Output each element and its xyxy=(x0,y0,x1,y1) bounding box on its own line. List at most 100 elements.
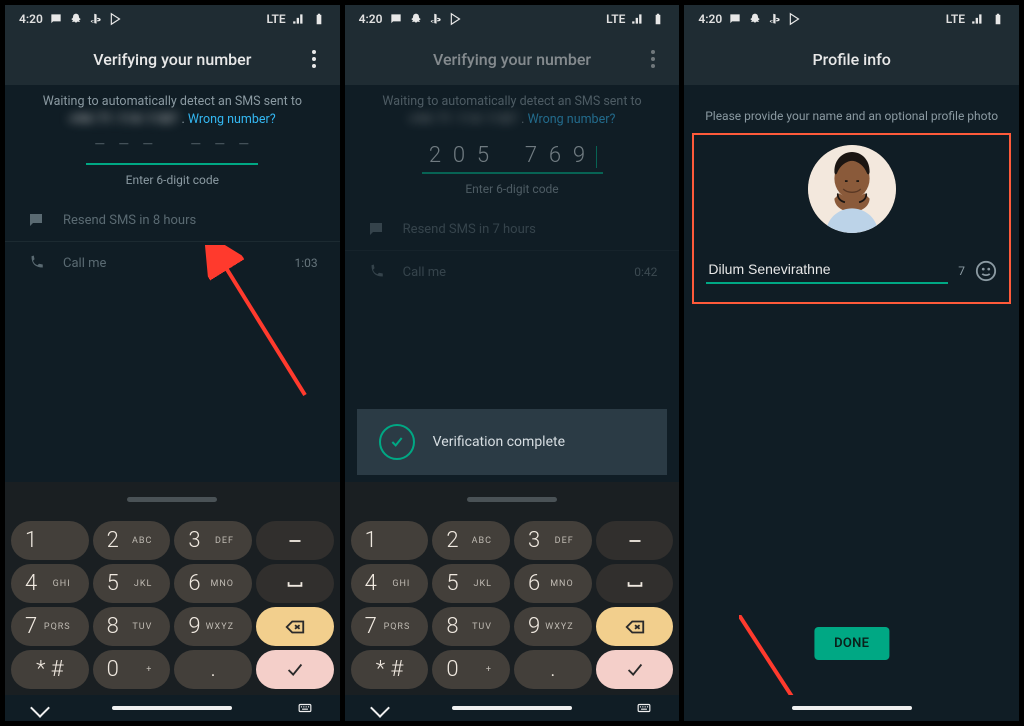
key-9[interactable]: 9WXYZ xyxy=(174,607,252,646)
resend-sms-row[interactable]: Resend SMS in 8 hours xyxy=(5,199,340,242)
playstore-icon xyxy=(109,12,123,26)
clock: 4:20 xyxy=(19,12,43,26)
network-label: LTE xyxy=(606,12,625,26)
clock: 4:20 xyxy=(698,12,722,26)
key-6[interactable]: 6MNO xyxy=(514,564,592,603)
key-1[interactable]: 1 xyxy=(351,521,429,560)
key-ok[interactable] xyxy=(596,650,674,689)
phone-screen-verify-complete: 4:20 LTE Verifying your number Waiting t… xyxy=(345,5,680,721)
app-header: Verifying your number xyxy=(5,33,340,85)
overflow-menu-button[interactable] xyxy=(635,33,671,85)
nav-home-pill[interactable] xyxy=(452,706,572,710)
key-space[interactable] xyxy=(596,564,674,603)
key-dash[interactable] xyxy=(256,521,334,560)
nav-back[interactable] xyxy=(370,698,390,718)
playstation-icon xyxy=(768,12,782,26)
signal-icon xyxy=(971,12,985,26)
key-5[interactable]: 5JKL xyxy=(432,564,510,603)
numeric-keypad: 12ABC3DEF 4GHI5JKL6MNO 7PQRS8TUV9WXYZ * #0+… xyxy=(345,482,680,695)
verification-complete-toast: Verification complete xyxy=(357,409,668,475)
key-3[interactable]: 3DEF xyxy=(514,521,592,560)
key-0[interactable]: 0+ xyxy=(93,650,171,689)
key-sym[interactable]: . xyxy=(514,650,592,689)
key-7[interactable]: 7PQRS xyxy=(11,607,89,646)
playstore-icon xyxy=(788,12,802,26)
wrong-number-link[interactable]: Wrong number? xyxy=(188,112,276,127)
wrong-number-link[interactable]: Wrong number? xyxy=(528,112,616,127)
call-timer: 1:03 xyxy=(295,256,318,270)
profile-photo[interactable] xyxy=(808,145,896,233)
otp-input[interactable]: 2 0 5 7 6 9 xyxy=(345,143,680,174)
key-8[interactable]: 8TUV xyxy=(93,607,171,646)
key-ok[interactable] xyxy=(256,650,334,689)
key-2[interactable]: 2ABC xyxy=(432,521,510,560)
snapchat-icon xyxy=(69,12,83,26)
numeric-keypad: 12ABC3DEF 4GHI5JKL6MNO 7PQRS8TUV9WXYZ * #0+… xyxy=(5,482,340,695)
key-2[interactable]: 2ABC xyxy=(93,521,171,560)
key-6[interactable]: 6MNO xyxy=(174,564,252,603)
key-back[interactable] xyxy=(596,607,674,646)
masked-phone-number: +94 71 114 1187 xyxy=(409,111,518,129)
call-me-row[interactable]: Call me 0:42 xyxy=(345,251,680,293)
screen-title: Verifying your number xyxy=(93,50,251,69)
network-label: LTE xyxy=(266,12,285,26)
battery-icon xyxy=(651,12,665,26)
android-navbar xyxy=(684,695,1019,721)
status-bar: 4:20 LTE xyxy=(345,5,680,33)
key-sym[interactable]: . xyxy=(174,650,252,689)
key-sym[interactable]: * # xyxy=(351,650,429,689)
phone-screen-verify-empty: 4:20 LTE Verifying your number Waiting t… xyxy=(5,5,340,721)
keyboard-handle[interactable] xyxy=(127,497,217,502)
key-8[interactable]: 8TUV xyxy=(432,607,510,646)
key-4[interactable]: 4GHI xyxy=(351,564,429,603)
app-header: Profile info xyxy=(684,33,1019,85)
emoji-picker-button[interactable] xyxy=(975,260,997,282)
key-dash[interactable] xyxy=(596,521,674,560)
key-5[interactable]: 5JKL xyxy=(93,564,171,603)
overflow-menu-button[interactable] xyxy=(296,33,332,85)
otp-hint: Enter 6-digit code xyxy=(5,173,340,187)
android-navbar xyxy=(345,695,680,721)
nav-keyboard-icon[interactable] xyxy=(298,701,312,715)
check-icon xyxy=(379,424,415,460)
signal-icon xyxy=(631,12,645,26)
verify-instruction: Waiting to automatically detect an SMS s… xyxy=(345,85,680,129)
keyboard-handle[interactable] xyxy=(467,497,557,502)
screen-title: Profile info xyxy=(812,50,890,69)
nav-home-pill[interactable] xyxy=(792,706,912,710)
nav-home-pill[interactable] xyxy=(112,706,232,710)
playstation-icon xyxy=(89,12,103,26)
key-1[interactable]: 1 xyxy=(11,521,89,560)
clock: 4:20 xyxy=(359,12,383,26)
call-me-row[interactable]: Call me 1:03 xyxy=(5,242,340,284)
messages-icon xyxy=(49,12,63,26)
phone-screen-profile-info: 4:20 LTE Profile info Please provide you… xyxy=(684,5,1019,721)
key-3[interactable]: 3DEF xyxy=(174,521,252,560)
sms-icon xyxy=(367,220,385,238)
battery-icon xyxy=(991,12,1005,26)
key-sym[interactable]: * # xyxy=(11,650,89,689)
messages-icon xyxy=(389,12,403,26)
otp-caret xyxy=(596,146,597,168)
key-9[interactable]: 9WXYZ xyxy=(514,607,592,646)
profile-name-input[interactable] xyxy=(706,257,948,284)
key-0[interactable]: 0+ xyxy=(432,650,510,689)
snapchat-icon xyxy=(409,12,423,26)
key-back[interactable] xyxy=(256,607,334,646)
sms-icon xyxy=(27,211,45,229)
key-4[interactable]: 4GHI xyxy=(11,564,89,603)
otp-input[interactable]: — — — — — — xyxy=(5,143,340,165)
screen-title: Verifying your number xyxy=(433,50,591,69)
playstation-icon xyxy=(429,12,443,26)
char-remaining: 7 xyxy=(958,264,965,278)
call-timer: 0:42 xyxy=(634,265,657,279)
nav-back[interactable] xyxy=(30,698,50,718)
resend-sms-row[interactable]: Resend SMS in 7 hours xyxy=(345,208,680,251)
key-7[interactable]: 7PQRS xyxy=(351,607,429,646)
done-button[interactable]: DONE xyxy=(814,627,889,660)
signal-icon xyxy=(292,12,306,26)
nav-keyboard-icon[interactable] xyxy=(637,701,651,715)
key-space[interactable] xyxy=(256,564,334,603)
messages-icon xyxy=(728,12,742,26)
masked-phone-number: +94 71 114 1187 xyxy=(69,111,178,129)
